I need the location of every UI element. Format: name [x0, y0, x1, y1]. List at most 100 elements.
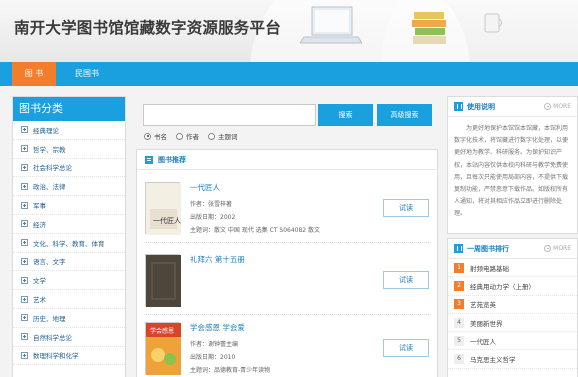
expand-plus-icon[interactable]	[21, 257, 28, 265]
site-header: 南开大学图书馆馆藏数字资源服务平台	[0, 0, 578, 62]
radio-button[interactable]	[144, 132, 151, 140]
ranking-header: 一周图书排行 MORE	[448, 239, 577, 259]
category-item[interactable]: 文化、科学、教育、体育	[13, 234, 125, 253]
category-item[interactable]: 哲学、宗教	[13, 140, 125, 159]
search-option-title[interactable]: 书名	[144, 131, 167, 141]
cover-title: 学会感恩	[150, 327, 174, 335]
book-cover[interactable]	[145, 254, 181, 307]
more-icon	[544, 245, 552, 252]
book-author: 作者：谢钟蕾主编	[190, 341, 239, 348]
notice-panel: 使用说明 MORE 为更好地保护本馆馆本馆藏，本馆利用数字化技术，将馆藏进行数字…	[447, 96, 578, 234]
ranking-label: 一代匠人	[470, 337, 496, 346]
more-label: MORE	[553, 245, 571, 252]
notice-text: 为更好地保护本馆馆本馆藏，本馆利用数字化技术，将馆藏进行数字化处理，以便更好地为…	[454, 125, 569, 218]
category-item[interactable]: 军事	[13, 196, 125, 215]
notice-header: 使用说明 MORE	[448, 97, 577, 117]
book-cover[interactable]: 学会感恩	[145, 322, 181, 375]
category-label: 语言、文字	[33, 258, 66, 267]
book-cover[interactable]: 一代匠人	[145, 182, 181, 235]
rank-number: 1	[454, 262, 464, 273]
category-item[interactable]: 语言、文字	[13, 253, 125, 272]
category-label: 文化、科学、教育、体育	[33, 239, 105, 248]
rank-number: 6	[454, 354, 464, 365]
category-item[interactable]: 经典理论	[13, 121, 125, 140]
rank-number: 3	[454, 299, 464, 310]
cover-title: 一代匠人	[153, 216, 181, 225]
category-item[interactable]: 艺术	[13, 290, 125, 309]
search-option-subject[interactable]: 主题词	[208, 131, 238, 141]
ranking-item[interactable]: 1 射频电路基础	[448, 259, 577, 278]
recommend-header: 图书推荐	[137, 150, 437, 170]
ranking-item[interactable]: 6 马克思主义哲学	[448, 350, 577, 369]
book-subject: 主题词：品德教育-青少年读物	[190, 367, 271, 374]
expand-plus-icon[interactable]	[21, 351, 28, 359]
ranking-panel: 一周图书排行 MORE 1 射频电路基础 2 经典用动力学（上册） 3 艺苑览英 4美…	[447, 238, 578, 377]
nav-tab-republican-books[interactable]: 民国书	[64, 62, 110, 86]
expand-plus-icon[interactable]	[21, 163, 28, 171]
ranking-icon	[454, 244, 463, 253]
ranking-item[interactable]: 2 经典用动力学（上册）	[448, 277, 577, 296]
expand-plus-icon[interactable]	[21, 220, 28, 228]
search-field-options: 书名 作者 主题词	[144, 131, 247, 141]
search-input[interactable]	[143, 104, 316, 126]
read-button[interactable]: 试读	[383, 339, 429, 357]
radio-label: 主题词	[218, 133, 238, 141]
laptop-illustration	[300, 6, 362, 44]
category-item[interactable]: 社会科学总论	[13, 159, 125, 178]
radio-button[interactable]	[176, 132, 183, 140]
ranking-title: 一周图书排行	[467, 244, 509, 253]
category-label: 社会科学总论	[33, 164, 72, 173]
expand-plus-icon[interactable]	[21, 201, 28, 209]
book-cover-image	[146, 255, 181, 307]
search-button[interactable]: 搜索	[318, 104, 373, 126]
divider	[145, 242, 429, 243]
more-link[interactable]: MORE	[544, 103, 571, 110]
radio-label: 作者	[186, 133, 199, 141]
more-link[interactable]: MORE	[544, 245, 571, 252]
book-title[interactable]: 一代匠人	[190, 182, 220, 193]
book-subject: 主题词：散文 中国 现代 选集 CT S064082 散文	[190, 227, 321, 234]
divider	[145, 314, 429, 315]
expand-plus-icon[interactable]	[21, 126, 28, 134]
ranking-label: 经典用动力学（上册）	[470, 282, 535, 291]
ranking-label: 马克思主义哲学	[470, 356, 516, 365]
category-item[interactable]: 历史、地理	[13, 309, 125, 328]
expand-plus-icon[interactable]	[21, 145, 28, 153]
expand-plus-icon[interactable]	[21, 239, 28, 247]
ranking-label: 射频电路基础	[470, 264, 509, 273]
nav-tab-books[interactable]: 图 书	[12, 62, 56, 86]
ranking-label: 美丽新世界	[470, 319, 503, 328]
ranking-label: 艺苑览英	[470, 301, 496, 310]
advanced-search-button[interactable]: 高级搜索	[377, 104, 432, 126]
category-label: 经济	[33, 220, 46, 229]
rank-number: 2	[454, 280, 464, 291]
category-item[interactable]: 数理科学和化学	[13, 347, 125, 366]
category-item[interactable]: 自然科学总论	[13, 328, 125, 347]
expand-plus-icon[interactable]	[21, 295, 28, 303]
category-item[interactable]: 文学	[13, 271, 125, 291]
expand-plus-icon[interactable]	[21, 182, 28, 190]
category-item[interactable]: 经济	[13, 215, 125, 234]
category-list: 经典理论 哲学、宗教 社会科学总论 政治、法律 军事 经济 文化、科学、教育、体…	[13, 121, 125, 366]
category-label: 政治、法律	[33, 183, 66, 192]
radio-button[interactable]	[208, 132, 215, 140]
book-title[interactable]: 学会感恩 学会爱	[190, 322, 245, 333]
read-button[interactable]: 试读	[383, 199, 429, 217]
book-author: 作者：张雪梓著	[190, 201, 233, 208]
read-button[interactable]: 试读	[383, 271, 429, 289]
expand-plus-icon[interactable]	[21, 333, 28, 341]
book-cover-image: 一代匠人	[146, 183, 181, 235]
radio-label: 书名	[154, 133, 167, 141]
book-title[interactable]: 礼拜六 第十五册	[190, 254, 245, 265]
rank-number: 4	[454, 317, 464, 328]
expand-plus-icon[interactable]	[21, 314, 28, 322]
ranking-item[interactable]: 5 一代匠人	[448, 332, 577, 351]
expand-plus-icon[interactable]	[21, 276, 28, 284]
ranking-item[interactable]: 3 艺苑览英	[448, 296, 577, 314]
ranking-item[interactable]: 4 美丽新世界	[448, 314, 577, 333]
category-label: 经典理论	[33, 126, 59, 135]
search-option-author[interactable]: 作者	[176, 131, 199, 141]
book-cover-image: 学会感恩	[146, 323, 181, 375]
cup-illustration	[484, 13, 502, 33]
category-item[interactable]: 政治、法律	[13, 177, 125, 197]
